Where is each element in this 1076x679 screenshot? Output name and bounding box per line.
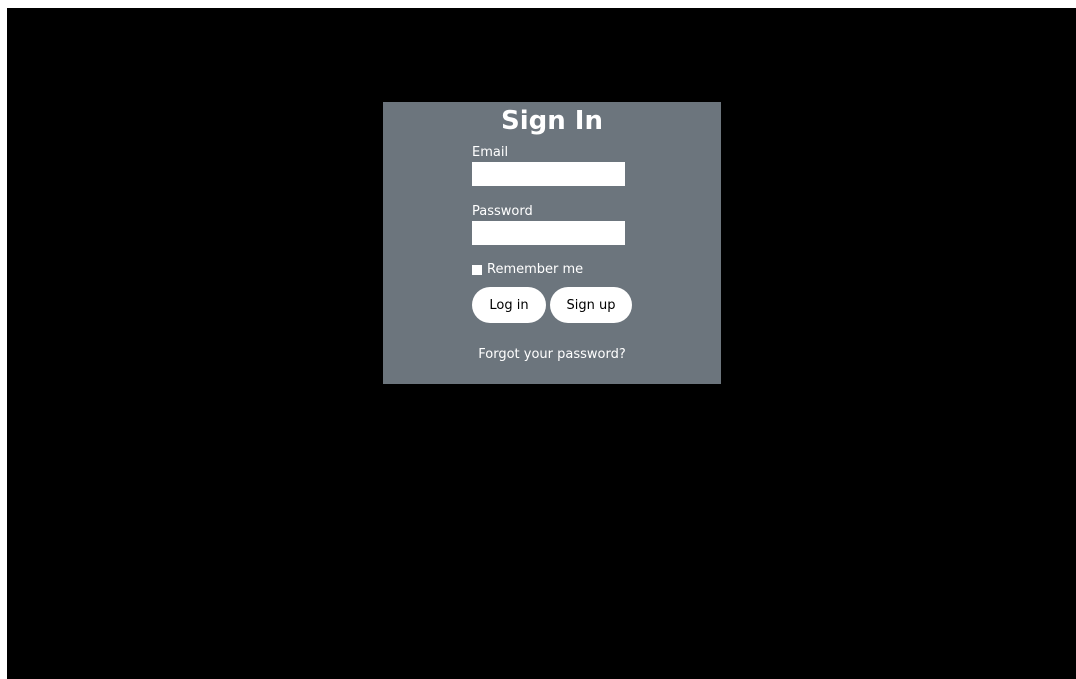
email-field[interactable] xyxy=(472,162,625,186)
remember-me-checkbox[interactable] xyxy=(472,265,482,275)
forgot-password-link[interactable]: Forgot your password? xyxy=(383,347,721,363)
signin-card: Sign In Email Password Remember me Log i… xyxy=(383,102,721,384)
email-label: Email xyxy=(472,145,509,160)
signup-button[interactable]: Sign up xyxy=(550,287,632,323)
remember-me-label[interactable]: Remember me xyxy=(487,262,583,278)
password-label: Password xyxy=(472,204,533,219)
login-button[interactable]: Log in xyxy=(472,287,546,323)
password-field[interactable] xyxy=(472,221,625,245)
signin-title: Sign In xyxy=(501,106,603,136)
page-background: Sign In Email Password Remember me Log i… xyxy=(7,8,1076,679)
remember-me-row[interactable]: Remember me xyxy=(472,262,583,278)
